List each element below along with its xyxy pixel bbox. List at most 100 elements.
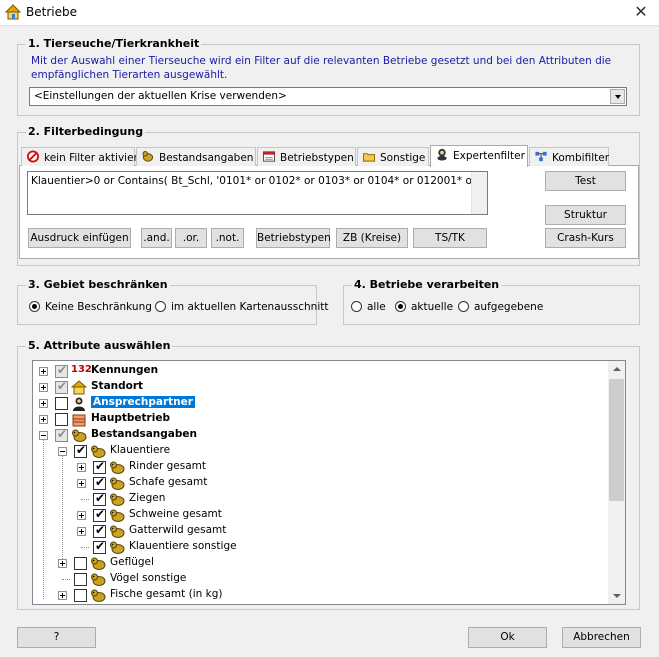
tree-node-checkbox[interactable] (55, 363, 68, 378)
title-bar: Betriebe ✕ (0, 0, 659, 26)
radio-alle[interactable]: alle (351, 301, 386, 313)
network-icon (535, 151, 547, 162)
tree-node-checkbox[interactable] (93, 475, 106, 490)
tree-node-checkbox[interactable] (74, 557, 87, 570)
tree-node-checkbox[interactable] (55, 427, 68, 442)
radio-aktuelle-label: aktuelle (411, 301, 454, 313)
tree-node[interactable]: Geflügel (33, 555, 603, 571)
radio-keine-beschraenkung-label: Keine Beschränkung (45, 301, 152, 313)
tab-kein-filter[interactable]: kein Filter aktiviert (21, 147, 142, 166)
tree-node[interactable]: Schafe gesamt (33, 475, 603, 491)
expand-icon[interactable] (58, 559, 67, 568)
betriebstypen-button[interactable]: Betriebstypen (256, 228, 331, 248)
tree-node-checkbox[interactable] (93, 491, 106, 506)
tree-node[interactable]: Vögel sonstige (33, 571, 603, 587)
attribute-tree[interactable]: 132KennungenStandortAnsprechpartner Haupt… (32, 360, 626, 605)
tree-node[interactable]: Ziegen (33, 491, 603, 507)
expand-icon[interactable] (77, 527, 86, 536)
scroll-down-icon[interactable] (613, 594, 621, 598)
and-button[interactable]: .and. (141, 228, 172, 248)
house-icon (5, 4, 21, 20)
tree-guide-line (62, 455, 63, 559)
animal-icon (109, 476, 125, 491)
tree-node[interactable]: Klauentiere sonstige (33, 539, 603, 555)
animal-icon (71, 428, 87, 443)
filter-expression-input[interactable]: Klauentier>0 or Contains( Bt_Schl, '0101… (27, 171, 488, 215)
tree-node-checkbox[interactable] (93, 507, 106, 522)
ts-tk-button[interactable]: TS/TK (413, 228, 487, 248)
window-title: Betriebe (26, 5, 77, 19)
tree-node-checkbox[interactable] (55, 379, 68, 394)
tree-connector (81, 499, 89, 500)
tree-node[interactable]: Hauptbetrieb (33, 411, 603, 427)
tree-node[interactable]: Schweine gesamt (33, 507, 603, 523)
tree-node-checkbox[interactable] (74, 589, 87, 602)
scroll-up-icon[interactable] (613, 367, 621, 371)
cancel-button[interactable]: Abbrechen (562, 627, 641, 648)
insert-expression-button[interactable]: Ausdruck einfügen (28, 228, 131, 248)
close-button[interactable]: ✕ (623, 0, 659, 26)
expand-icon[interactable] (77, 511, 86, 520)
tree-node[interactable]: Rinder gesamt (33, 459, 603, 475)
ok-button[interactable]: Ok (468, 627, 547, 648)
tree-node[interactable]: Ansprechpartner (33, 395, 603, 411)
scroll-thumb[interactable] (609, 379, 624, 501)
tree-node-checkbox[interactable] (55, 413, 68, 426)
tree-node-checkbox[interactable] (93, 523, 106, 538)
radio-kartenausschnitt[interactable]: im aktuellen Kartenausschnitt (155, 301, 328, 313)
tree-node-label: Bestandsangaben (91, 428, 197, 440)
expand-icon[interactable] (77, 479, 86, 488)
tree-node[interactable]: Fische gesamt (in kg) (33, 587, 603, 603)
id-132-icon: 132 (71, 364, 92, 375)
tree-node[interactable]: Bestandsangaben (33, 427, 603, 443)
tree-node-label: Ansprechpartner (91, 396, 195, 408)
expand-icon[interactable] (58, 591, 67, 600)
tree-node-checkbox[interactable] (74, 573, 87, 586)
tree-node-label: Klauentiere (110, 444, 171, 456)
tab-sonstige[interactable]: Sonstige (357, 147, 429, 166)
zb-kreise-button[interactable]: ZB (Kreise) (336, 228, 408, 248)
folder-icon (362, 153, 376, 162)
tab-bestandsangaben[interactable]: Bestandsangaben (136, 147, 256, 166)
test-button[interactable]: Test (545, 171, 626, 191)
tree-node[interactable]: Klauentiere (33, 443, 603, 459)
tree-node-label: Klauentiere sonstige (129, 540, 237, 552)
tree-node-checkbox[interactable] (74, 443, 87, 458)
tree-node[interactable]: 132Kennungen (33, 363, 603, 379)
tree-guide-line (43, 439, 44, 599)
animal-icon (109, 460, 125, 475)
tree-node-checkbox[interactable] (93, 539, 106, 554)
radio-keine-beschraenkung[interactable]: Keine Beschränkung (29, 301, 152, 313)
animal-icon (109, 508, 125, 523)
editor-scrollbar[interactable] (471, 172, 487, 214)
radio-aufgegebene[interactable]: aufgegebene (458, 301, 543, 313)
chevron-down-icon[interactable] (610, 89, 625, 104)
tree-node-label: Vögel sonstige (110, 572, 187, 584)
crash-kurs-button[interactable]: Crash-Kurs (545, 228, 626, 248)
tree-scrollbar[interactable] (608, 361, 625, 604)
tree-node-label: Schafe gesamt (129, 476, 208, 488)
not-button[interactable]: .not. (211, 228, 244, 248)
or-button[interactable]: .or. (175, 228, 207, 248)
expand-icon[interactable] (39, 399, 48, 408)
tree-node-label: Hauptbetrieb (91, 412, 170, 424)
tree-node-label: Rinder gesamt (129, 460, 207, 472)
help-button[interactable]: ? (17, 627, 96, 648)
expand-icon[interactable] (39, 367, 48, 376)
animal-icon (142, 151, 154, 162)
tab-kombifilter[interactable]: Kombifilter (529, 147, 609, 166)
tree-node[interactable]: Standort (33, 379, 603, 395)
expand-icon[interactable] (39, 415, 48, 424)
expand-icon[interactable] (77, 463, 86, 472)
tree-node-checkbox[interactable] (55, 397, 68, 410)
tab-expertenfilter[interactable]: Expertenfilter (430, 145, 528, 167)
house-icon (70, 380, 88, 395)
struktur-button[interactable]: Struktur (545, 205, 626, 225)
tree-node-checkbox[interactable] (93, 459, 106, 474)
radio-aktuelle[interactable]: aktuelle (395, 301, 453, 313)
expand-icon[interactable] (39, 383, 48, 392)
tab-betriebstypen[interactable]: Betriebstypen (257, 147, 356, 166)
tree-node-label: Gatterwild gesamt (129, 524, 227, 536)
tree-node[interactable]: Gatterwild gesamt (33, 523, 603, 539)
tierseuche-select[interactable]: <Einstellungen der aktuellen Krise verwe… (29, 87, 627, 106)
